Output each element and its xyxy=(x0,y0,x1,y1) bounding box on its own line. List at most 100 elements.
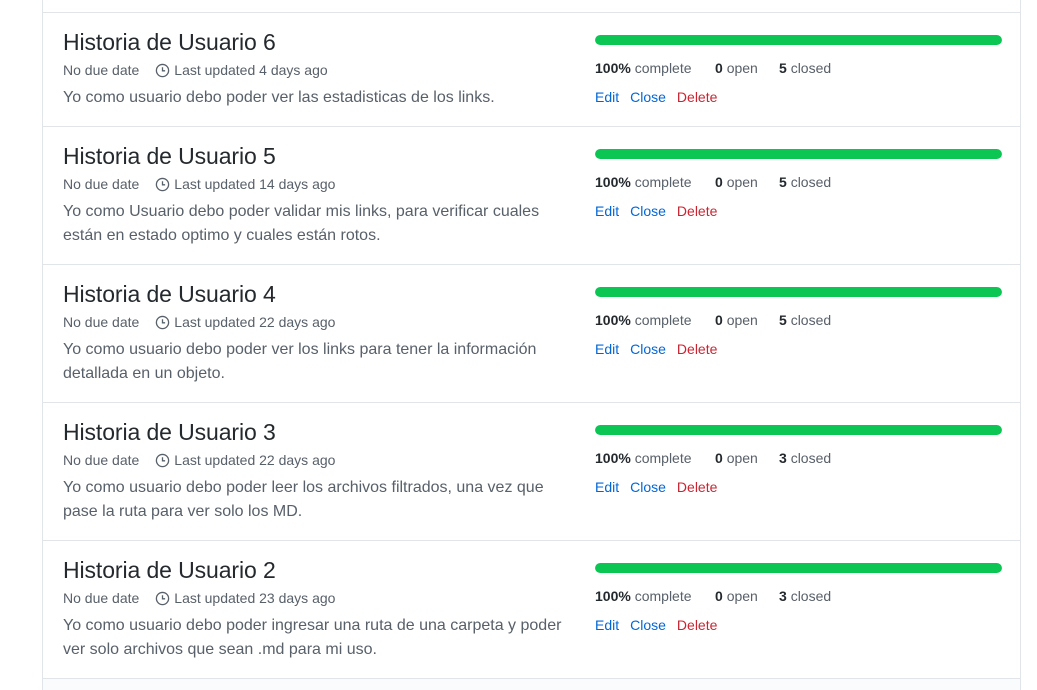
percent-complete: 100% complete xyxy=(595,586,696,606)
milestone-item: Historia de Usuario 6 No due date Last u… xyxy=(43,13,1020,127)
closed-count[interactable]: 5 closed xyxy=(779,310,831,330)
open-value: 0 xyxy=(715,588,723,604)
milestone-progress-panel: 100% complete 0 open 5 closed Edit Close… xyxy=(595,287,1002,359)
milestone-title[interactable]: Historia de Usuario 3 xyxy=(63,417,563,447)
closed-label: closed xyxy=(790,588,832,604)
milestone-stats: 100% complete 0 open 3 closed xyxy=(595,448,1002,468)
open-count[interactable]: 0 open xyxy=(715,586,760,606)
percent-value: 100% xyxy=(595,588,631,604)
closed-value: 5 xyxy=(779,312,787,328)
open-count[interactable]: 0 open xyxy=(715,172,760,192)
delete-link[interactable]: Delete xyxy=(677,87,717,107)
edit-link[interactable]: Edit xyxy=(595,339,619,359)
open-label: open xyxy=(726,174,758,190)
close-link[interactable]: Close xyxy=(630,477,666,497)
milestone-title[interactable]: Historia de Usuario 2 xyxy=(63,555,563,585)
milestone-meta: No due date Last updated 22 days ago xyxy=(63,450,563,470)
milestone-title[interactable]: Historia de Usuario 6 xyxy=(63,27,563,57)
milestone-stats: 100% complete 0 open 5 closed xyxy=(595,310,1002,330)
delete-link[interactable]: Delete xyxy=(677,477,717,497)
milestone-actions: Edit Close Delete xyxy=(595,339,1002,359)
list-top-divider xyxy=(43,0,1020,13)
milestone-info: Historia de Usuario 3 No due date Last u… xyxy=(63,417,563,524)
closed-value: 3 xyxy=(779,450,787,466)
closed-count[interactable]: 3 closed xyxy=(779,448,831,468)
milestone-actions: Edit Close Delete xyxy=(595,477,1002,497)
progress-bar xyxy=(595,35,1002,45)
percent-label: complete xyxy=(634,450,692,466)
milestone-progress-panel: 100% complete 0 open 5 closed Edit Close… xyxy=(595,35,1002,107)
closed-value: 5 xyxy=(779,174,787,190)
closed-count[interactable]: 5 closed xyxy=(779,58,831,78)
last-updated: Last updated 23 days ago xyxy=(174,590,336,606)
milestone-description: Yo como usuario debo poder ver los links… xyxy=(63,341,537,382)
clock-icon xyxy=(156,63,170,77)
last-updated: Last updated 14 days ago xyxy=(174,176,336,192)
percent-value: 100% xyxy=(595,312,631,328)
progress-bar-fill xyxy=(595,563,1002,573)
last-updated: Last updated 22 days ago xyxy=(174,452,336,468)
close-link[interactable]: Close xyxy=(630,615,666,635)
milestone-item: Historia de Usuario 3 No due date Last u… xyxy=(43,403,1020,541)
milestone-title[interactable]: Historia de Usuario 4 xyxy=(63,279,563,309)
percent-complete: 100% complete xyxy=(595,172,696,192)
milestone-description: Yo como usuario debo poder ingresar una … xyxy=(63,617,562,658)
milestone-list: Historia de Usuario 6 No due date Last u… xyxy=(42,0,1021,690)
delete-link[interactable]: Delete xyxy=(677,615,717,635)
edit-link[interactable]: Edit xyxy=(595,87,619,107)
due-date: No due date xyxy=(63,62,140,78)
open-label: open xyxy=(726,312,758,328)
clock-icon xyxy=(156,591,170,605)
milestone-item: Historia de Usuario 2 No due date Last u… xyxy=(43,541,1020,679)
percent-value: 100% xyxy=(595,450,631,466)
milestone-description: Yo como Usuario debo poder validar mis l… xyxy=(63,203,540,244)
milestone-meta: No due date Last updated 4 days ago xyxy=(63,60,563,80)
percent-label: complete xyxy=(634,60,692,76)
percent-label: complete xyxy=(634,312,692,328)
last-updated: Last updated 22 days ago xyxy=(174,314,336,330)
closed-label: closed xyxy=(790,450,832,466)
milestone-meta: No due date Last updated 14 days ago xyxy=(63,174,563,194)
due-date: No due date xyxy=(63,590,140,606)
clock-icon xyxy=(156,177,170,191)
delete-link[interactable]: Delete xyxy=(677,339,717,359)
milestone-title[interactable]: Historia de Usuario 5 xyxy=(63,141,563,171)
open-value: 0 xyxy=(715,174,723,190)
closed-count[interactable]: 3 closed xyxy=(779,586,831,606)
due-date: No due date xyxy=(63,314,140,330)
clock-icon xyxy=(156,453,170,467)
progress-bar xyxy=(595,563,1002,573)
milestone-meta: No due date Last updated 22 days ago xyxy=(63,312,563,332)
percent-label: complete xyxy=(634,174,692,190)
edit-link[interactable]: Edit xyxy=(595,477,619,497)
close-link[interactable]: Close xyxy=(630,339,666,359)
progress-bar-fill xyxy=(595,35,1002,45)
milestone-description: Yo como usuario debo poder ver las estad… xyxy=(63,89,495,106)
milestone-info: Historia de Usuario 5 No due date Last u… xyxy=(63,141,563,248)
edit-link[interactable]: Edit xyxy=(595,615,619,635)
close-link[interactable]: Close xyxy=(630,87,666,107)
close-link[interactable]: Close xyxy=(630,201,666,221)
milestone-info: Historia de Usuario 2 No due date Last u… xyxy=(63,555,563,662)
milestone-meta: No due date Last updated 23 days ago xyxy=(63,588,563,608)
open-count[interactable]: 0 open xyxy=(715,448,760,468)
milestone-item: Historia de Usuario 4 No due date Last u… xyxy=(43,265,1020,403)
open-label: open xyxy=(726,60,758,76)
open-count[interactable]: 0 open xyxy=(715,58,760,78)
delete-link[interactable]: Delete xyxy=(677,201,717,221)
closed-label: closed xyxy=(790,312,832,328)
closed-label: closed xyxy=(790,60,832,76)
milestone-info: Historia de Usuario 6 No due date Last u… xyxy=(63,27,563,110)
progress-bar xyxy=(595,149,1002,159)
milestone-progress-panel: 100% complete 0 open 5 closed Edit Close… xyxy=(595,149,1002,221)
milestone-actions: Edit Close Delete xyxy=(595,87,1002,107)
closed-value: 3 xyxy=(779,588,787,604)
last-updated: Last updated 4 days ago xyxy=(174,62,328,78)
progress-bar xyxy=(595,425,1002,435)
open-count[interactable]: 0 open xyxy=(715,310,760,330)
percent-complete: 100% complete xyxy=(595,58,696,78)
closed-value: 5 xyxy=(779,60,787,76)
percent-complete: 100% complete xyxy=(595,310,696,330)
closed-count[interactable]: 5 closed xyxy=(779,172,831,192)
edit-link[interactable]: Edit xyxy=(595,201,619,221)
